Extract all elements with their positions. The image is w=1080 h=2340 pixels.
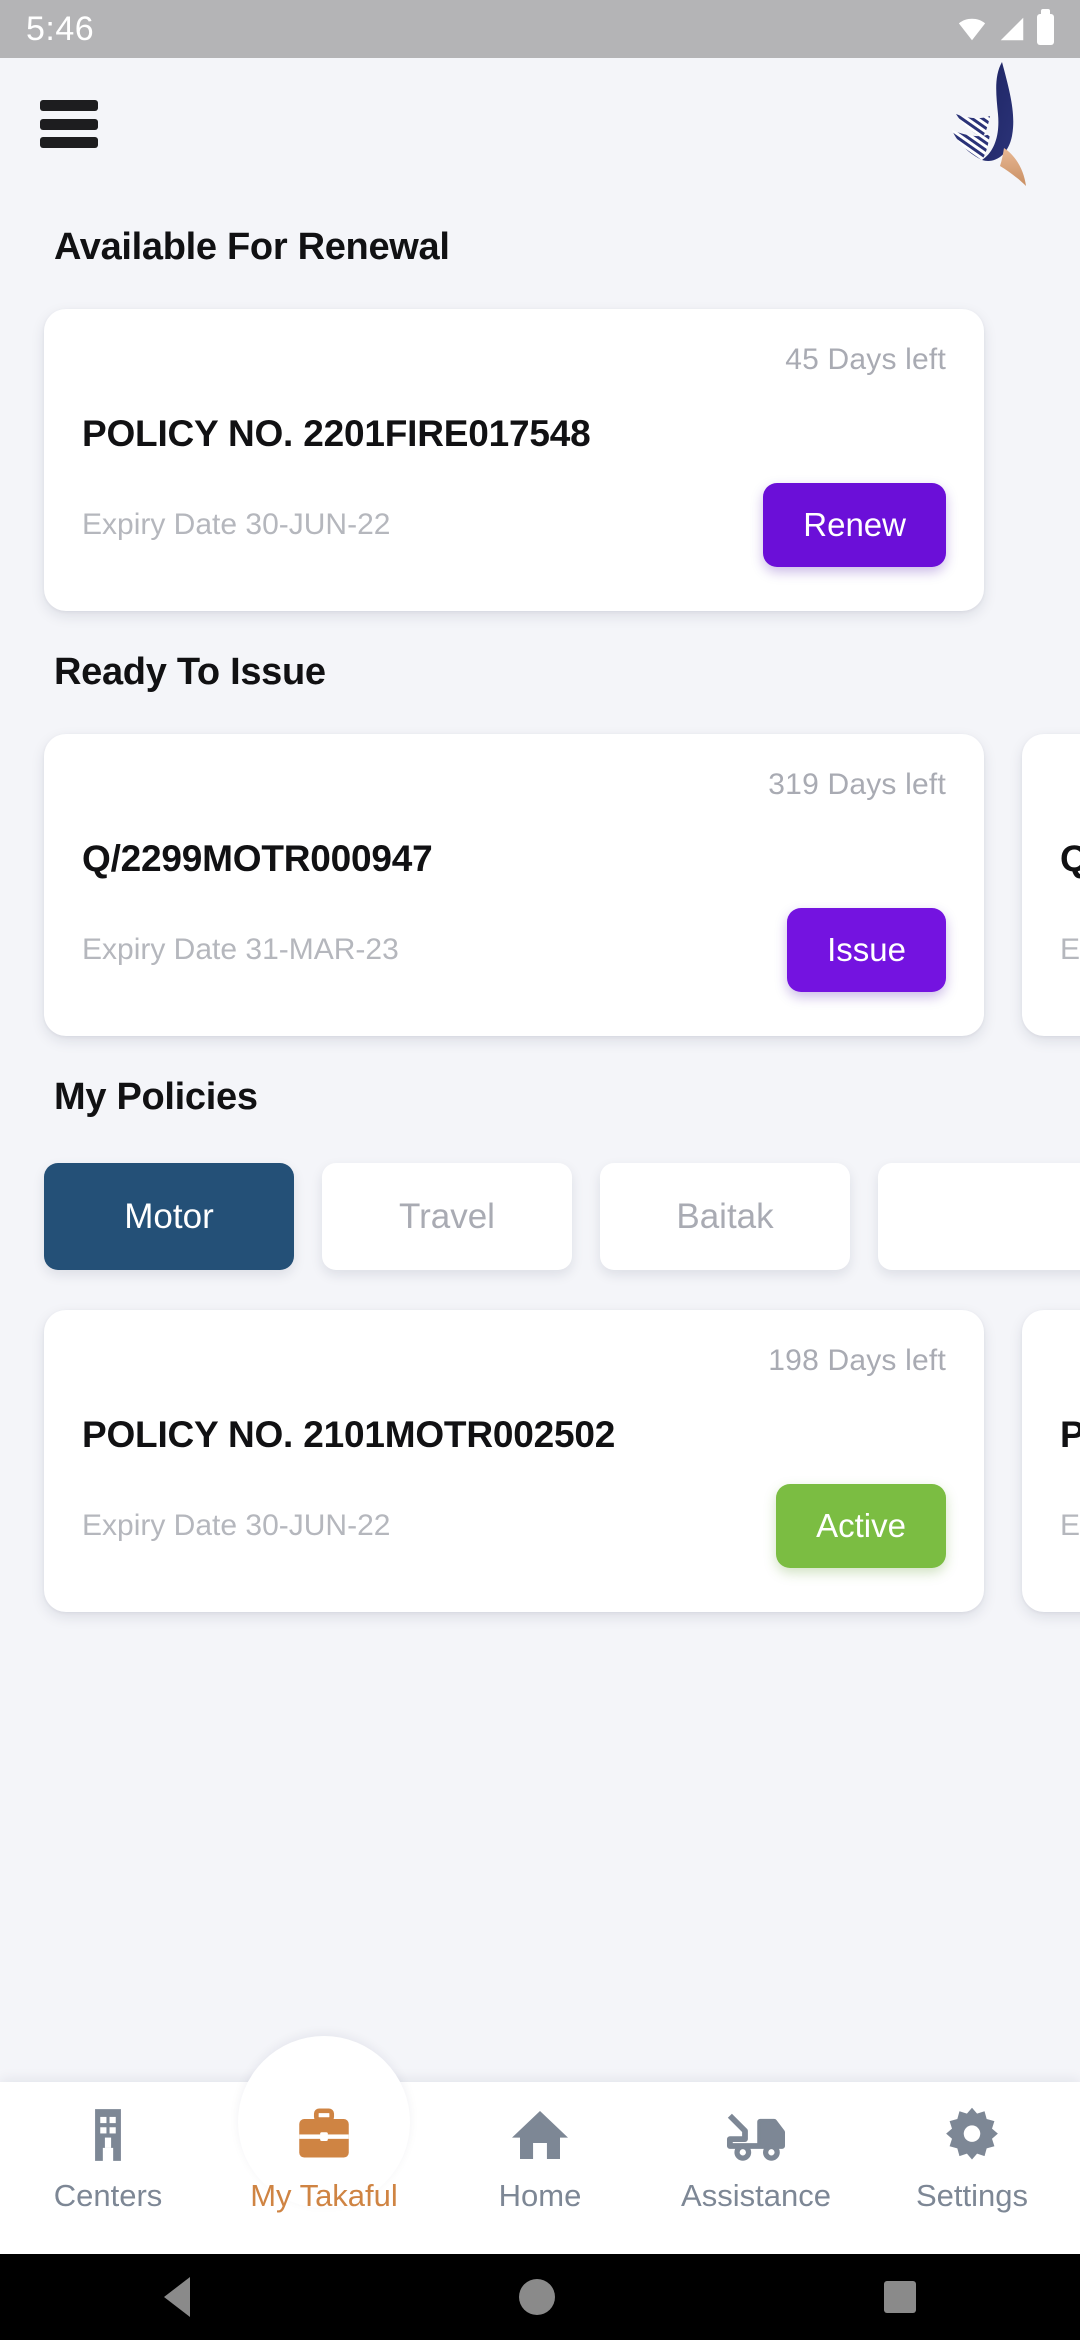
expiry-date: Expiry Date 30-JUN-22 bbox=[82, 1509, 391, 1542]
issue-button[interactable]: Issue bbox=[787, 908, 946, 992]
my-policies-card-list[interactable]: 198 Days left POLICY NO. 2101MOTR002502 … bbox=[0, 1310, 1080, 1612]
nav-item-home[interactable]: Home bbox=[432, 2082, 648, 2214]
card-footer: Expiry Date 31-MAR-23 Issue bbox=[82, 902, 946, 998]
renew-button[interactable]: Renew bbox=[763, 483, 946, 567]
policy-card[interactable]: 198 Days left POLICY NO. 2101MOTR002502 … bbox=[44, 1310, 984, 1612]
policy-card[interactable]: 45 Days left POLICY NO. 2201FIRE017548 E… bbox=[44, 309, 984, 611]
policy-number: Q/2299MOTR000947 bbox=[82, 838, 433, 879]
android-system-nav bbox=[0, 2254, 1080, 2340]
nav-label: Assistance bbox=[681, 2178, 831, 2213]
active-status-button[interactable]: Active bbox=[776, 1484, 946, 1568]
wifi-icon bbox=[958, 18, 986, 41]
policy-number: P bbox=[1060, 1414, 1080, 1455]
nav-item-assistance[interactable]: Assistance bbox=[648, 2082, 864, 2214]
nav-label: Centers bbox=[53, 2178, 163, 2213]
recents-button[interactable] bbox=[883, 2281, 916, 2313]
nav-label: Settings bbox=[915, 2178, 1028, 2213]
expiry-date: E bbox=[1060, 1509, 1080, 1542]
status-time: 5:46 bbox=[26, 9, 95, 48]
days-left-label bbox=[1060, 1344, 1080, 1384]
nav-item-settings[interactable]: Settings bbox=[864, 2082, 1080, 2214]
renewal-card-list[interactable]: 45 Days left POLICY NO. 2201FIRE017548 E… bbox=[0, 309, 1080, 611]
tab-travel[interactable]: Travel bbox=[322, 1163, 572, 1270]
policy-card-next[interactable]: Q E bbox=[1022, 734, 1080, 1036]
expiry-date: E bbox=[1060, 933, 1080, 966]
days-left-label: 319 Days left bbox=[768, 768, 946, 801]
days-left-label: 198 Days left bbox=[768, 1344, 946, 1377]
tab-next[interactable] bbox=[878, 1163, 1080, 1270]
policy-type-tabs[interactable]: Motor Travel Baitak bbox=[0, 1163, 1080, 1270]
card-footer: Expiry Date 30-JUN-22 Active bbox=[82, 1478, 946, 1574]
days-left-label: 45 Days left bbox=[785, 343, 946, 376]
tow-truck-icon bbox=[723, 2104, 789, 2166]
expiry-date: Expiry Date 31-MAR-23 bbox=[82, 933, 399, 966]
section-title-my-policies: My Policies bbox=[54, 1076, 258, 1118]
tab-baitak[interactable]: Baitak bbox=[600, 1163, 850, 1270]
issue-card-list[interactable]: 319 Days left Q/2299MOTR000947 Expiry Da… bbox=[0, 734, 1080, 1036]
card-footer: E bbox=[1060, 1478, 1080, 1574]
section-title-ready-to-issue: Ready To Issue bbox=[54, 651, 326, 693]
back-button[interactable] bbox=[164, 2277, 191, 2317]
nav-item-centers[interactable]: Centers bbox=[0, 2082, 216, 2214]
nav-label: Home bbox=[498, 2178, 582, 2213]
tab-motor[interactable]: Motor bbox=[44, 1163, 294, 1270]
app-header bbox=[0, 58, 1080, 186]
battery-icon bbox=[1037, 8, 1054, 45]
policy-number: Q bbox=[1060, 838, 1080, 879]
days-left-label bbox=[1060, 768, 1080, 808]
nav-label: My Takaful bbox=[250, 2178, 398, 2213]
house-icon bbox=[508, 2104, 572, 2166]
bottom-navigation-bar: Centers My Takaful Home Assistance Setti… bbox=[0, 2036, 1080, 2254]
gear-icon bbox=[940, 2104, 1004, 2166]
nav-item-my-takaful[interactable]: My Takaful bbox=[216, 2036, 432, 2214]
policy-card-next[interactable]: P E bbox=[1022, 1310, 1080, 1612]
page-content: Available For Renewal 45 Days left POLIC… bbox=[0, 186, 1080, 2340]
briefcase-icon bbox=[291, 2104, 357, 2166]
status-icon-group bbox=[957, 8, 1054, 45]
policy-number: POLICY NO. 2201FIRE017548 bbox=[82, 413, 591, 454]
card-footer: E bbox=[1060, 902, 1080, 998]
expiry-date: Expiry Date 30-JUN-22 bbox=[82, 508, 391, 541]
card-footer: Expiry Date 30-JUN-22 Renew bbox=[82, 477, 946, 573]
building-icon bbox=[77, 2104, 139, 2166]
signal-icon bbox=[1000, 17, 1024, 41]
hamburger-menu-icon[interactable] bbox=[40, 100, 98, 148]
policy-number: POLICY NO. 2101MOTR002502 bbox=[82, 1414, 616, 1455]
status-bar: 5:46 bbox=[0, 0, 1080, 58]
section-title-renewal: Available For Renewal bbox=[54, 226, 450, 268]
policy-card[interactable]: 319 Days left Q/2299MOTR000947 Expiry Da… bbox=[44, 734, 984, 1036]
home-button[interactable] bbox=[518, 2279, 555, 2315]
